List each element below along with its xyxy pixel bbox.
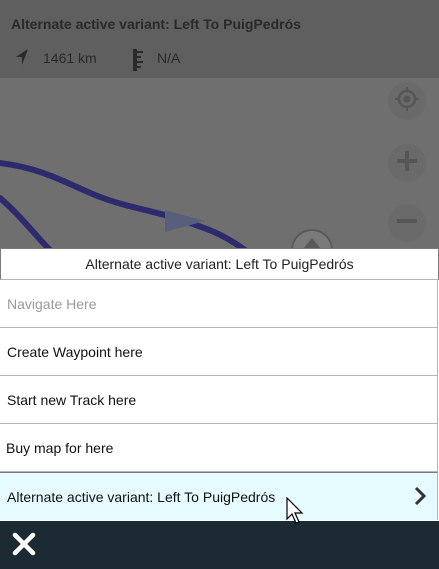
locate-button[interactable] bbox=[388, 82, 426, 120]
map-info-bar: Alternate active variant: Left To PuigPe… bbox=[0, 0, 439, 78]
menu-item-label: Navigate Here bbox=[7, 295, 97, 312]
zoom-in-button[interactable] bbox=[388, 144, 426, 182]
mouse-cursor-icon bbox=[286, 496, 306, 530]
close-icon bbox=[12, 532, 36, 560]
menu-item-create-waypoint[interactable]: Create Waypoint here bbox=[0, 328, 438, 376]
distance-value: 1461 km bbox=[43, 50, 97, 66]
map-view[interactable]: Alternate active variant: Left To PuigPe… bbox=[0, 0, 439, 250]
menu-item-label: Alternate active variant: Left To PuigPe… bbox=[7, 488, 276, 505]
menu-item-label: Create Waypoint here bbox=[7, 343, 143, 360]
locate-icon bbox=[395, 86, 419, 116]
menu-item-label: Start new Track here bbox=[7, 391, 137, 408]
route-title: Alternate active variant: Left To PuigPe… bbox=[11, 16, 301, 32]
bottom-bar bbox=[0, 521, 439, 569]
close-button[interactable] bbox=[12, 532, 38, 558]
context-menu: Alternate active variant: Left To PuigPe… bbox=[0, 248, 439, 521]
elevation-value: N/A bbox=[157, 50, 181, 66]
menu-item-start-track[interactable]: Start new Track here bbox=[0, 376, 438, 424]
ruler-icon bbox=[131, 48, 145, 77]
zoom-out-button[interactable] bbox=[388, 204, 426, 242]
menu-header: Alternate active variant: Left To PuigPe… bbox=[0, 248, 439, 280]
menu-item-label: Buy map for here bbox=[6, 439, 114, 456]
zoom-out-icon bbox=[396, 210, 418, 237]
navigation-arrow-icon bbox=[14, 48, 30, 71]
chevron-right-icon bbox=[406, 486, 427, 509]
zoom-in-icon bbox=[396, 150, 418, 177]
menu-item-buy-map[interactable]: Buy map for here bbox=[0, 424, 438, 472]
menu-item-navigate-here[interactable]: Navigate Here bbox=[0, 280, 438, 328]
menu-item-alternate-variant[interactable]: Alternate active variant: Left To PuigPe… bbox=[0, 472, 438, 520]
